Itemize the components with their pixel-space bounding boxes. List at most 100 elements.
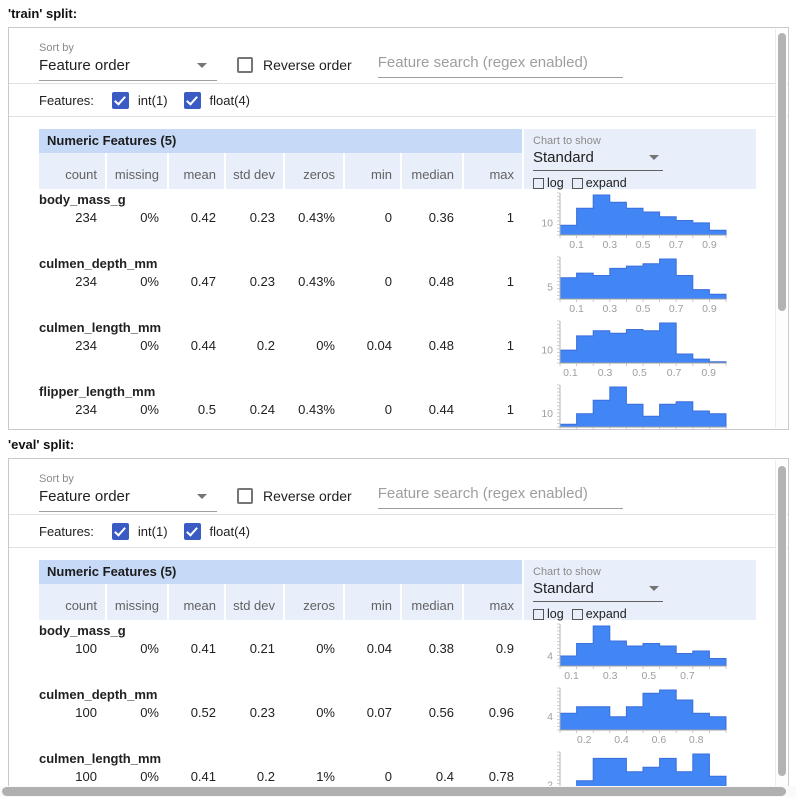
- reverse-order-checkbox[interactable]: [237, 57, 253, 73]
- horizontal-scrollbar-thumb[interactable]: [2, 787, 786, 796]
- cell-stddev: 0.21: [224, 641, 283, 656]
- svg-text:0.7: 0.7: [667, 367, 682, 377]
- numeric-features-section: Numeric Features (5) count missing mean …: [39, 560, 788, 797]
- cell-mean: 0.41: [167, 769, 224, 784]
- features-label: Features:: [39, 93, 94, 108]
- svg-text:0.5: 0.5: [636, 303, 651, 313]
- cell-zeros: 1%: [283, 769, 343, 784]
- column-headers: count missing mean std dev zeros min med…: [39, 584, 522, 620]
- histogram-body-mass-g: 100.10.30.50.70.9: [524, 189, 756, 253]
- filter-float[interactable]: float(4): [184, 92, 250, 109]
- cell-min: 0: [343, 402, 400, 417]
- int-checkbox-checked[interactable]: [112, 92, 129, 109]
- svg-text:0.9: 0.9: [702, 239, 717, 249]
- filter-int[interactable]: int(1): [112, 523, 168, 540]
- chart-to-show-box: Chart to show Standard log expand: [524, 129, 756, 189]
- sort-by-dropdown[interactable]: Sort by Feature order: [39, 473, 217, 512]
- log-checkbox[interactable]: [533, 609, 544, 620]
- filter-float[interactable]: float(4): [184, 523, 250, 540]
- expand-label: expand: [586, 176, 627, 190]
- reverse-order-checkbox[interactable]: [237, 488, 253, 504]
- vertical-scrollbar-track[interactable]: [775, 29, 787, 428]
- cell-missing: 0%: [105, 705, 167, 720]
- stats-table: Numeric Features (5) count missing mean …: [39, 129, 522, 430]
- col-min: min: [343, 153, 400, 189]
- vertical-scrollbar-track[interactable]: [775, 460, 787, 797]
- chart-type-dropdown[interactable]: Standard: [533, 578, 663, 602]
- cell-median: 0.48: [400, 274, 462, 289]
- numeric-features-header: Numeric Features (5): [39, 560, 522, 584]
- cell-stddev: 0.2: [224, 769, 283, 784]
- table-row: culmen_depth_mm 234 0% 0.47 0.23 0.43% 0…: [39, 253, 522, 317]
- cell-median: 0.4: [400, 769, 462, 784]
- cell-max: 1: [462, 338, 522, 353]
- col-min: min: [343, 584, 400, 620]
- float-checkbox-checked[interactable]: [184, 523, 201, 540]
- histogram-body-mass-g: 40.10.30.50.7: [524, 620, 756, 684]
- chart-to-show-label: Chart to show: [533, 566, 756, 578]
- col-max: max: [462, 153, 522, 189]
- cell-median: 0.38: [400, 641, 462, 656]
- cell-missing: 0%: [105, 402, 167, 417]
- cell-count: 100: [39, 705, 105, 720]
- histogram-flipper-length-mm: 100.10.30.50.70.9: [524, 381, 756, 430]
- cell-count: 234: [39, 274, 105, 289]
- expand-label: expand: [586, 607, 627, 621]
- horizontal-scrollbar-track[interactable]: [0, 786, 796, 797]
- eval-split-title: 'eval' split:: [8, 437, 74, 452]
- col-stddev: std dev: [224, 584, 283, 620]
- cell-min: 0: [343, 769, 400, 784]
- cell-zeros: 0%: [283, 338, 343, 353]
- cell-count: 100: [39, 641, 105, 656]
- svg-text:0.3: 0.3: [603, 670, 618, 680]
- col-median: median: [400, 153, 462, 189]
- svg-text:10: 10: [541, 408, 553, 420]
- reverse-order-control: Reverse order: [237, 57, 352, 73]
- feature-name: culmen_depth_mm: [39, 256, 522, 271]
- expand-checkbox[interactable]: [572, 609, 583, 620]
- sort-by-value: Feature order: [39, 57, 130, 74]
- feature-search-input[interactable]: [378, 50, 623, 78]
- svg-text:0.1: 0.1: [569, 239, 584, 249]
- sort-by-dropdown[interactable]: Sort by Feature order: [39, 42, 217, 81]
- svg-text:0.1: 0.1: [569, 303, 584, 313]
- cell-count: 100: [39, 769, 105, 784]
- chevron-down-icon: [649, 586, 659, 591]
- cell-median: 0.36: [400, 210, 462, 225]
- feature-name: body_mass_g: [39, 192, 522, 207]
- cell-stddev: 0.23: [224, 274, 283, 289]
- filter-int[interactable]: int(1): [112, 92, 168, 109]
- vertical-scrollbar-thumb[interactable]: [778, 466, 786, 776]
- expand-checkbox[interactable]: [572, 178, 583, 189]
- svg-text:0.1: 0.1: [563, 367, 578, 377]
- float-checkbox-checked[interactable]: [184, 92, 201, 109]
- cell-mean: 0.42: [167, 210, 224, 225]
- svg-text:0.3: 0.3: [598, 367, 613, 377]
- cell-median: 0.56: [400, 705, 462, 720]
- cell-count: 234: [39, 338, 105, 353]
- cell-count: 234: [39, 210, 105, 225]
- feature-search-input[interactable]: [378, 481, 623, 509]
- log-label: log: [547, 176, 564, 190]
- svg-text:0.6: 0.6: [652, 734, 667, 744]
- int-checkbox-checked[interactable]: [112, 523, 129, 540]
- table-row: flipper_length_mm 234 0% 0.5 0.24 0.43% …: [39, 381, 522, 430]
- cell-min: 0: [343, 210, 400, 225]
- cell-missing: 0%: [105, 274, 167, 289]
- table-row: culmen_depth_mm 100 0% 0.52 0.23 0% 0.07…: [39, 684, 522, 748]
- cell-zeros: 0.43%: [283, 402, 343, 417]
- cell-missing: 0%: [105, 338, 167, 353]
- chart-type-dropdown[interactable]: Standard: [533, 147, 663, 171]
- features-filter-row: Features: int(1) float(4): [9, 84, 788, 117]
- feature-search: [378, 50, 623, 78]
- cell-max: 1: [462, 402, 522, 417]
- features-filter-row: Features: int(1) float(4): [9, 515, 788, 548]
- log-checkbox[interactable]: [533, 178, 544, 189]
- vertical-scrollbar-thumb[interactable]: [778, 33, 786, 311]
- cell-max: 0.78: [462, 769, 522, 784]
- table-row: body_mass_g 100 0% 0.41 0.21 0% 0.04 0.3…: [39, 620, 522, 684]
- cell-mean: 0.41: [167, 641, 224, 656]
- table-row: body_mass_g 234 0% 0.42 0.23 0.43% 0 0.3…: [39, 189, 522, 253]
- cell-min: 0.04: [343, 641, 400, 656]
- svg-text:0.5: 0.5: [636, 239, 651, 249]
